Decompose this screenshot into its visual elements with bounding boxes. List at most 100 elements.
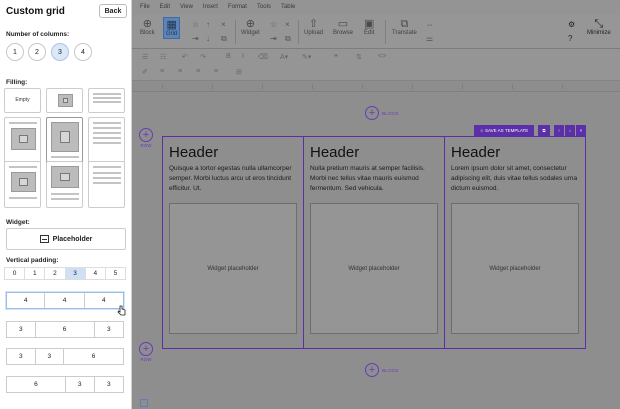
grid-column[interactable]: Header Nulla pretium mauris at semper fa… — [304, 137, 445, 348]
padding-option-1[interactable]: 1 — [25, 268, 46, 279]
minimize-button[interactable]: ⤡ Minimize — [587, 18, 611, 36]
text-color-icon[interactable]: A▾ — [280, 53, 288, 61]
align-right-icon[interactable]: ≡ — [196, 68, 200, 75]
columns-option-2[interactable]: 2 — [28, 43, 46, 61]
upload-button[interactable]: ⇧ Upload — [304, 18, 323, 36]
column-header[interactable]: Header — [169, 144, 218, 161]
filling-header-image-tile[interactable] — [4, 117, 41, 164]
edit-image-button[interactable]: ▣ Edit — [364, 18, 374, 36]
close-icon[interactable]: × — [285, 20, 290, 29]
indent-icon[interactable]: ⇥ — [270, 34, 277, 43]
save-as-template-button[interactable]: ☆ SAVE AS TEMPLATE — [474, 125, 534, 136]
filling-image-tile[interactable] — [46, 88, 83, 113]
back-button[interactable]: Back — [99, 4, 127, 18]
add-block-label: BLOCK — [382, 110, 399, 116]
filling-long-text-tile[interactable] — [88, 117, 125, 164]
indent-icon[interactable]: ⇥ — [192, 34, 199, 43]
bullet-list-icon[interactable]: ☰ — [142, 53, 148, 61]
columns-option-1[interactable]: 1 — [6, 43, 24, 61]
column-text[interactable]: Nulla pretium mauris at semper facilisis… — [310, 164, 438, 194]
numbered-list-icon[interactable]: ☷ — [160, 53, 166, 61]
bold-icon[interactable]: B — [226, 53, 231, 60]
filling-image-header-text-tile[interactable] — [46, 161, 83, 208]
clear-format-icon[interactable]: ⌫ — [258, 53, 268, 61]
highlight-icon[interactable]: ✎▾ — [302, 53, 311, 61]
layout-option-3-6-3[interactable]: 3 6 3 — [6, 321, 124, 338]
align-left-icon[interactable]: ≡ — [160, 68, 164, 75]
editor-area: File Edit View Insert Format Tools Table… — [132, 0, 620, 409]
column-text[interactable]: Quisque a tortor egestas nulla ullamcorp… — [169, 164, 297, 194]
move-up-button[interactable]: ↑ — [554, 125, 564, 136]
delete-row-button[interactable]: × — [576, 125, 586, 136]
padding-option-3[interactable]: 3 — [65, 268, 86, 279]
menu-tools[interactable]: Tools — [257, 4, 271, 10]
ruler-tick: | — [562, 84, 564, 89]
duplicate-icon[interactable]: ⧉ — [221, 34, 227, 44]
star-icon[interactable]: ☆ — [270, 20, 277, 29]
status-square-icon[interactable] — [140, 399, 148, 407]
star-icon[interactable]: ☆ — [192, 20, 199, 29]
padding-option-4[interactable]: 4 — [85, 268, 106, 279]
brush-icon[interactable]: ✐ — [142, 68, 148, 76]
move-down-button[interactable]: ↓ — [565, 125, 575, 136]
widget-placeholder[interactable]: Widget placeholder — [451, 203, 579, 334]
add-row-bottom[interactable]: + ROW — [139, 342, 153, 362]
padding-option-0[interactable]: 0 — [5, 268, 26, 279]
menu-format[interactable]: Format — [228, 4, 247, 10]
duplicate-row-button[interactable]: ⧉ — [538, 125, 550, 136]
widget-placeholder[interactable]: Widget placeholder — [169, 203, 297, 334]
layout-option-4-4-4[interactable]: 4 4 4 — [6, 292, 124, 309]
text-line-icon — [93, 101, 121, 103]
padding-option-2[interactable]: 2 — [45, 268, 66, 279]
block-button[interactable]: ⊕ Block — [140, 18, 155, 36]
filling-text-tile[interactable] — [88, 88, 125, 113]
browse-button[interactable]: ▭ Browse — [333, 18, 353, 36]
text-line-icon — [93, 166, 121, 168]
column-header[interactable]: Header — [310, 144, 359, 161]
close-icon[interactable]: × — [221, 20, 226, 29]
filling-header-image-text-tile[interactable] — [4, 161, 41, 208]
add-block-top[interactable]: + BLOCK — [365, 106, 399, 120]
menu-view[interactable]: View — [180, 4, 193, 10]
add-row-top[interactable]: + ROW — [139, 128, 153, 148]
align-center-icon[interactable]: ≡ — [178, 68, 182, 75]
column-header[interactable]: Header — [451, 144, 500, 161]
padding-option-5[interactable]: 5 — [105, 268, 126, 279]
columns-option-4[interactable]: 4 — [74, 43, 92, 61]
widget-button[interactable]: ⊕ Widget — [241, 18, 260, 36]
italic-icon[interactable]: I — [242, 53, 244, 60]
sliders-icon[interactable]: ⚌ — [426, 34, 433, 43]
layout-option-3-3-6[interactable]: 3 3 6 — [6, 348, 124, 365]
filling-empty-tile[interactable]: Empty — [4, 88, 41, 113]
up-arrow-icon[interactable]: ↑ — [206, 20, 210, 29]
grid-column[interactable]: Header Lorem ipsum dolor sit amet, conse… — [445, 137, 585, 348]
quote-icon[interactable]: ❝ — [334, 53, 338, 61]
text-size-icon[interactable]: ⇅ — [356, 53, 362, 61]
filling-header-text-tile[interactable] — [88, 161, 125, 208]
align-justify-icon[interactable]: ≡ — [214, 68, 218, 75]
duplicate-icon[interactable]: ⧉ — [285, 34, 291, 44]
help-icon[interactable]: ? — [568, 34, 572, 43]
grid-button[interactable]: ▦ Grid — [163, 17, 181, 39]
filling-image-text-tile[interactable] — [46, 117, 83, 164]
menu-edit[interactable]: Edit — [160, 4, 170, 10]
undo-icon[interactable]: ↶ — [182, 53, 188, 61]
add-block-bottom[interactable]: + BLOCK — [365, 363, 399, 377]
redo-icon[interactable]: ↷ — [200, 53, 206, 61]
placeholder-widget-button[interactable]: Placeholder — [6, 228, 126, 250]
translate-options-icon[interactable]: ⇔ — [426, 20, 434, 29]
down-arrow-icon[interactable]: ↓ — [206, 34, 210, 43]
translate-button[interactable]: ⧉ Translate — [392, 18, 417, 36]
grid-row[interactable]: Header Quisque a tortor egestas nulla ul… — [162, 136, 586, 349]
table-icon[interactable]: ⊞ — [236, 68, 242, 76]
menu-insert[interactable]: Insert — [203, 4, 218, 10]
column-text[interactable]: Lorem ipsum dolor sit amet, consectetur … — [451, 164, 579, 194]
columns-option-3[interactable]: 3 — [51, 43, 69, 61]
gear-icon[interactable]: ⚙ — [568, 20, 575, 29]
layout-option-6-3-3[interactable]: 6 3 3 — [6, 376, 124, 393]
code-icon[interactable]: <> — [378, 53, 386, 60]
menu-table[interactable]: Table — [281, 4, 295, 10]
menu-file[interactable]: File — [140, 4, 150, 10]
grid-column[interactable]: Header Quisque a tortor egestas nulla ul… — [163, 137, 304, 348]
widget-placeholder[interactable]: Widget placeholder — [310, 203, 438, 334]
